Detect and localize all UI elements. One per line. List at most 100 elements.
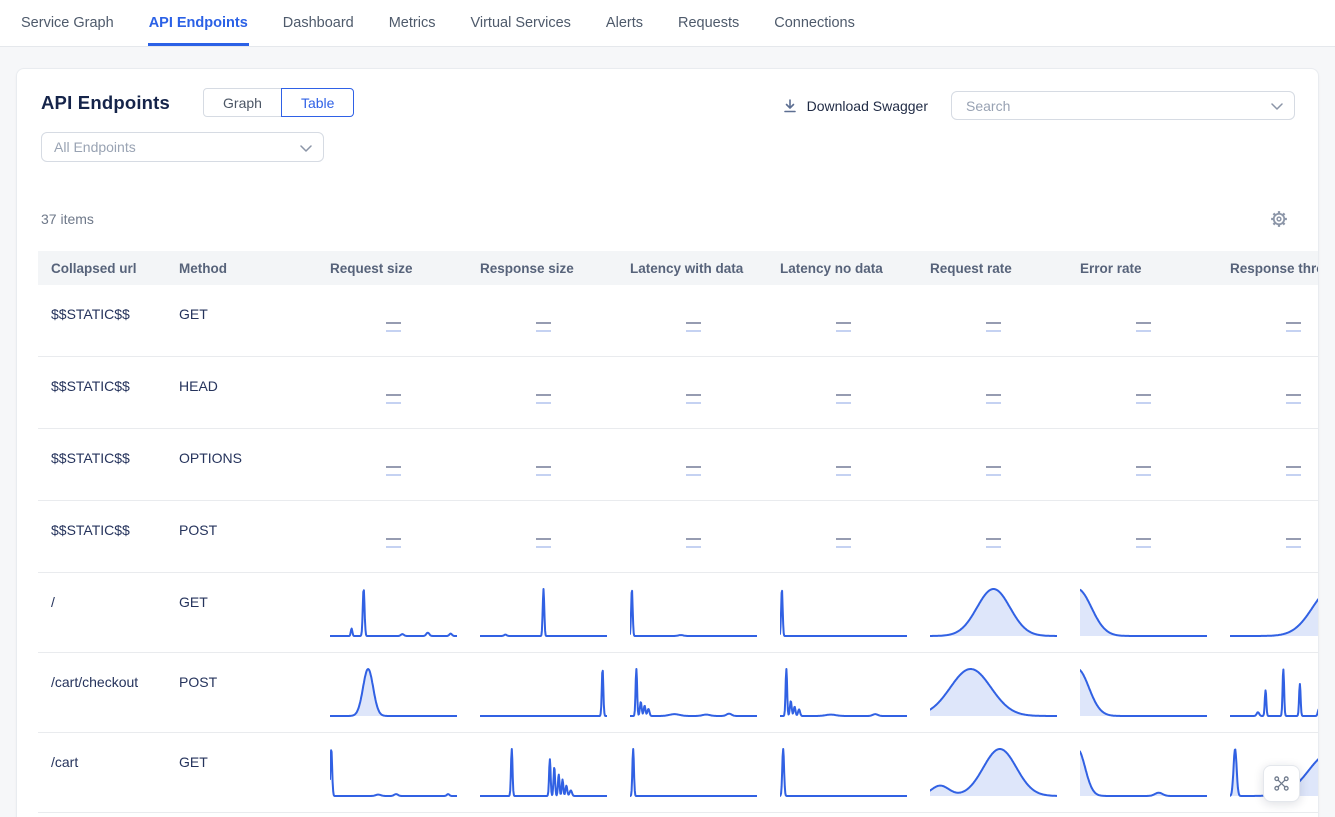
empty-metric-dash: — <box>986 315 1001 332</box>
empty-metric-dash: — <box>536 315 551 332</box>
cell-metric <box>480 733 607 798</box>
column-header[interactable]: Collapsed url <box>51 261 179 276</box>
column-header[interactable]: Latency with data <box>630 261 780 276</box>
cell-metric <box>1230 573 1319 638</box>
cell-collapsed-url: $$STATIC$$ <box>51 285 179 322</box>
column-header[interactable]: Response size <box>480 261 630 276</box>
cell-metric: — <box>330 285 457 332</box>
download-swagger-button[interactable]: Download Swagger <box>782 98 928 114</box>
search-input[interactable] <box>951 91 1295 120</box>
cell-metric: — <box>930 285 1057 332</box>
table-row[interactable]: $$STATIC$$GET——————— <box>38 285 1319 357</box>
cell-metric <box>630 573 757 638</box>
cell-metric <box>1230 653 1319 718</box>
empty-metric-dash: — <box>386 531 401 548</box>
cell-metric: — <box>780 357 907 404</box>
table-view-button[interactable]: Table <box>281 88 354 117</box>
sparkline-chart <box>1080 664 1207 718</box>
table-row[interactable]: /GET <box>38 573 1319 653</box>
cell-metric: — <box>330 501 457 548</box>
cell-metric <box>780 573 907 638</box>
cell-method: GET <box>179 733 330 770</box>
empty-metric-dash: — <box>386 459 401 476</box>
empty-metric-dash: — <box>1136 531 1151 548</box>
cell-metric <box>330 733 457 798</box>
nav-item-api-endpoints[interactable]: API Endpoints <box>148 0 249 46</box>
endpoint-filter-select[interactable]: All Endpoints <box>41 132 324 162</box>
column-header[interactable]: Error rate <box>1080 261 1230 276</box>
table-row[interactable]: /cartGET <box>38 733 1319 813</box>
nav-item-dashboard[interactable]: Dashboard <box>282 0 355 46</box>
endpoints-table: Collapsed urlMethodRequest sizeResponse … <box>38 251 1318 813</box>
cell-metric: — <box>780 429 907 476</box>
sparkline-chart <box>330 744 457 798</box>
empty-metric-dash: — <box>836 459 851 476</box>
table-row[interactable]: $$STATIC$$HEAD——————— <box>38 357 1319 429</box>
table-row[interactable]: /cart/checkoutPOST <box>38 653 1319 733</box>
nav-item-connections[interactable]: Connections <box>773 0 856 46</box>
cell-metric: — <box>1230 501 1319 548</box>
cell-collapsed-url: $$STATIC$$ <box>51 429 179 466</box>
cell-method: POST <box>179 501 330 538</box>
sparkline-chart <box>480 664 607 718</box>
cell-metric: — <box>330 357 457 404</box>
nav-item-alerts[interactable]: Alerts <box>605 0 644 46</box>
cell-metric <box>480 573 607 638</box>
empty-metric-dash: — <box>1286 387 1301 404</box>
cell-metric <box>930 733 1057 798</box>
cell-collapsed-url: / <box>51 573 179 610</box>
graph-view-button[interactable]: Graph <box>203 88 282 117</box>
nav-item-requests[interactable]: Requests <box>677 0 740 46</box>
table-row[interactable]: $$STATIC$$OPTIONS——————— <box>38 429 1319 501</box>
cell-metric: — <box>480 285 607 332</box>
sparkline-chart <box>330 584 457 638</box>
cell-method: GET <box>179 573 330 610</box>
cell-metric: — <box>1080 357 1207 404</box>
column-header[interactable]: Latency no data <box>780 261 930 276</box>
search-box <box>951 91 1295 120</box>
cell-metric: — <box>1080 501 1207 548</box>
nav-item-virtual-services[interactable]: Virtual Services <box>469 0 571 46</box>
cell-metric: — <box>1230 285 1319 332</box>
sparkline-chart <box>930 744 1057 798</box>
empty-metric-dash: — <box>1286 315 1301 332</box>
sparkline-chart <box>630 664 757 718</box>
empty-metric-dash: — <box>1286 459 1301 476</box>
cell-metric: — <box>630 429 757 476</box>
sparkline-chart <box>1230 584 1319 638</box>
api-endpoints-panel: API Endpoints Graph Table Download Swagg… <box>16 68 1319 817</box>
cell-method: HEAD <box>179 357 330 394</box>
cell-metric: — <box>780 285 907 332</box>
cell-metric <box>780 733 907 798</box>
sparkline-chart <box>930 664 1057 718</box>
cell-metric <box>1080 733 1207 798</box>
table-row[interactable]: $$STATIC$$POST——————— <box>38 501 1319 573</box>
sparkline-chart <box>480 744 607 798</box>
cell-metric <box>780 653 907 718</box>
cell-metric <box>330 573 457 638</box>
nav-item-metrics[interactable]: Metrics <box>388 0 437 46</box>
column-header[interactable]: Response throughput <box>1230 261 1319 276</box>
cell-metric <box>480 653 607 718</box>
cell-metric: — <box>1230 357 1319 404</box>
empty-metric-dash: — <box>386 387 401 404</box>
endpoint-filter-placeholder: All Endpoints <box>54 139 136 155</box>
column-header[interactable]: Request rate <box>930 261 1080 276</box>
nav-item-service-graph[interactable]: Service Graph <box>20 0 115 46</box>
empty-metric-dash: — <box>686 387 701 404</box>
gear-icon[interactable] <box>1270 210 1288 228</box>
expand-button[interactable] <box>1263 765 1300 802</box>
sparkline-chart <box>780 664 907 718</box>
cell-metric: — <box>780 501 907 548</box>
column-header[interactable]: Request size <box>330 261 480 276</box>
cell-metric: — <box>480 429 607 476</box>
cell-metric: — <box>1230 429 1319 476</box>
empty-metric-dash: — <box>686 315 701 332</box>
top-nav: Service Graph API Endpoints Dashboard Metri… <box>0 0 1335 47</box>
cell-metric: — <box>630 501 757 548</box>
empty-metric-dash: — <box>1136 315 1151 332</box>
expand-arrows-icon <box>1272 774 1291 793</box>
empty-metric-dash: — <box>986 387 1001 404</box>
column-header[interactable]: Method <box>179 261 330 276</box>
sparkline-chart <box>780 744 907 798</box>
